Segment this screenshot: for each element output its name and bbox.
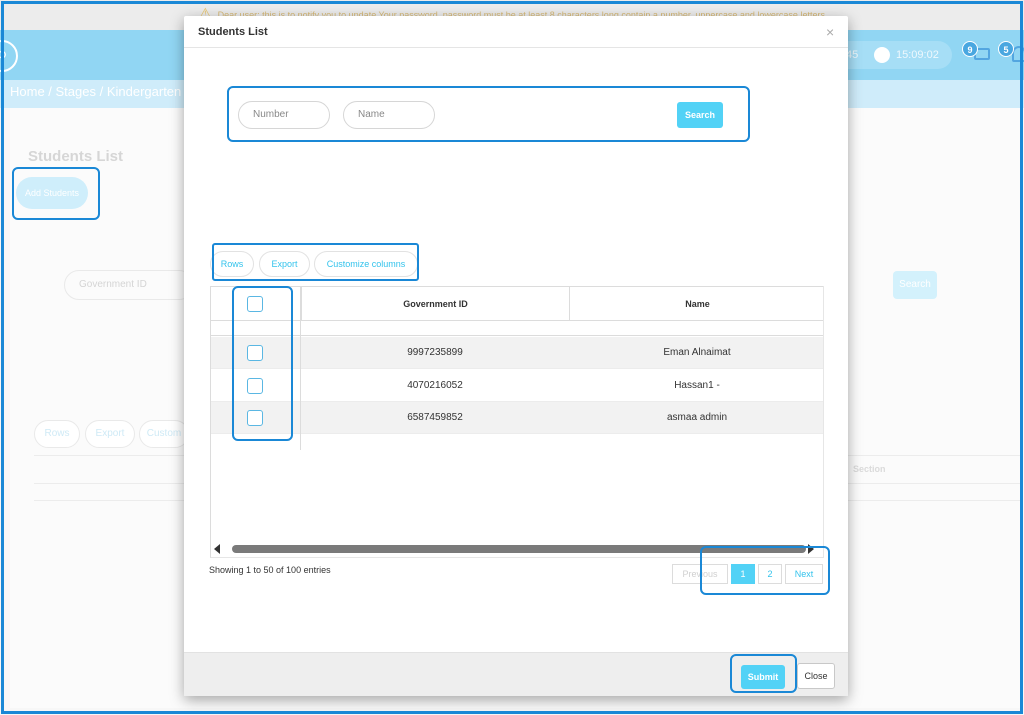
- close-icon[interactable]: ×: [826, 25, 834, 39]
- table-row[interactable]: 6587459852 asmaa admin: [211, 402, 823, 434]
- checkbox-column-highlight: [232, 286, 293, 441]
- table-row[interactable]: 9997235899 Eman Alnaimat: [211, 337, 823, 369]
- table-info: Showing 1 to 50 of 100 entries: [209, 565, 331, 575]
- scroll-left-arrow-icon[interactable]: [214, 544, 220, 554]
- toolbar-highlight: [212, 243, 419, 281]
- name-column-header[interactable]: Name: [569, 287, 823, 321]
- government-id-cell: 9997235899: [407, 347, 463, 358]
- name-cell: asmaa admin: [666, 412, 728, 423]
- modal-header: Students List ×: [184, 16, 848, 48]
- government-id-column-header[interactable]: Government ID: [301, 287, 569, 321]
- submit-highlight: [730, 654, 797, 693]
- add-students-highlight: [12, 167, 100, 220]
- table-row[interactable]: 4070216052 Hassan1 -: [211, 370, 823, 402]
- name-cell: Hassan1 -: [674, 380, 720, 391]
- pagination-highlight: [700, 546, 830, 595]
- table-header: Government ID Name: [211, 286, 823, 321]
- table-filter-row: [211, 321, 823, 336]
- search-filters-highlight: [227, 86, 750, 142]
- close-button[interactable]: Close: [797, 663, 835, 689]
- name-cell: Eman Alnaimat: [663, 347, 731, 358]
- government-id-cell: 4070216052: [407, 380, 463, 391]
- modal-title: Students List: [198, 26, 268, 38]
- students-table: Government ID Name 9997235899 Eman Alnai…: [210, 286, 824, 558]
- government-id-cell: 6587459852: [407, 412, 463, 423]
